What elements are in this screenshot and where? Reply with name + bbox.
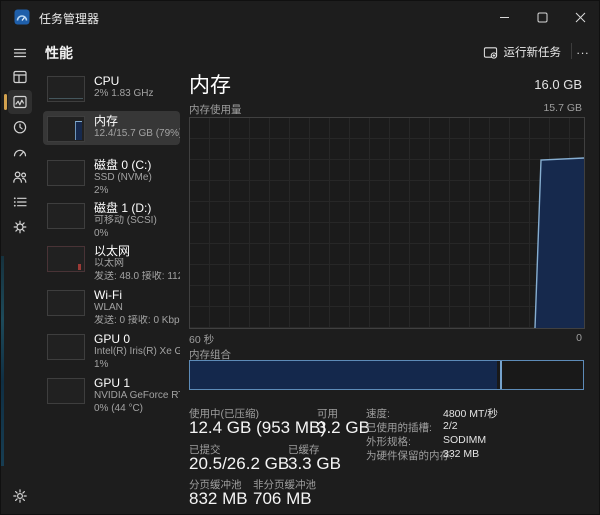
run-new-task-icon bbox=[483, 45, 498, 60]
ethernet-mini-chart bbox=[47, 246, 85, 272]
stat-value: 2/2 bbox=[443, 420, 458, 432]
performance-icon[interactable] bbox=[8, 90, 32, 114]
memory-total: 16.0 GB bbox=[534, 77, 582, 92]
page-title: 性能 bbox=[45, 43, 73, 63]
sidebar-item-sub2: 0% (44 °C) bbox=[94, 403, 180, 416]
close-button[interactable] bbox=[561, 1, 599, 33]
sidebar-item-sub: WLAN bbox=[94, 302, 180, 315]
menu-icon[interactable] bbox=[8, 41, 32, 65]
startup-apps-icon[interactable] bbox=[8, 140, 32, 164]
stat-value: SODIMM bbox=[443, 434, 486, 446]
sidebar-item-sub: 可移动 (SCSI) bbox=[94, 215, 157, 228]
stat-value: 3.2 GB bbox=[317, 418, 370, 438]
processes-icon[interactable] bbox=[8, 65, 32, 89]
memory-composition-bar[interactable] bbox=[189, 360, 584, 390]
memory-mini-chart bbox=[47, 116, 85, 142]
gpu1-mini-chart bbox=[47, 378, 85, 404]
memory-title: 内存 bbox=[189, 69, 231, 99]
composition-in-use-segment bbox=[190, 361, 497, 389]
app-icon bbox=[14, 9, 30, 25]
sidebar-item-sub2: 1% bbox=[94, 359, 180, 372]
sidebar-item-disk1[interactable]: 磁盘 1 (D:) 可移动 (SCSI) 0% bbox=[43, 198, 180, 243]
minimize-button[interactable] bbox=[485, 1, 523, 33]
sidebar-item-sub: SSD (NVMe) bbox=[94, 172, 152, 185]
sidebar-item-title: CPU bbox=[94, 74, 153, 88]
disk1-mini-chart bbox=[47, 203, 85, 229]
stat-value: 332 MB bbox=[443, 448, 479, 460]
stat-value: 832 MB bbox=[189, 489, 248, 509]
window-controls bbox=[485, 1, 599, 33]
run-new-task-label: 运行新任务 bbox=[504, 44, 562, 60]
stat-label: 为硬件保留的内存: bbox=[366, 448, 453, 463]
toolbar-separator bbox=[571, 43, 572, 59]
sidebar-item-sub: Intel(R) Iris(R) Xe Grap bbox=[94, 346, 180, 359]
stat-label: 速度: bbox=[366, 406, 390, 421]
sidebar-item-sub2: 发送: 0 接收: 0 Kbps bbox=[94, 315, 180, 328]
x-axis-right-label: 0 bbox=[576, 332, 582, 344]
stat-label: 外形规格: bbox=[366, 434, 411, 449]
usage-chart-scale-max: 15.7 GB bbox=[543, 102, 582, 114]
stat-value: 4800 MT/秒 bbox=[443, 406, 498, 421]
stat-value: 3.3 GB bbox=[288, 454, 341, 474]
app-history-icon[interactable] bbox=[8, 115, 32, 139]
sidebar-item-sub: 12.4/15.7 GB (79%) bbox=[94, 128, 180, 141]
sidebar-item-title: GPU 1 bbox=[94, 376, 180, 390]
stat-value: 12.4 GB (953 MB) bbox=[189, 418, 326, 438]
maximize-button[interactable] bbox=[523, 1, 561, 33]
window-title: 任务管理器 bbox=[39, 10, 99, 27]
selected-tab-accent bbox=[4, 94, 7, 110]
sidebar-item-sub2: 2% bbox=[94, 185, 152, 198]
sidebar-item-sub2: 0% bbox=[94, 228, 157, 241]
sidebar-item-title: Wi-Fi bbox=[94, 288, 180, 302]
run-new-task-button[interactable]: 运行新任务 bbox=[477, 41, 568, 63]
sidebar-item-title: GPU 0 bbox=[94, 332, 180, 346]
composition-separator bbox=[500, 361, 502, 389]
x-axis-left-label: 60 秒 bbox=[189, 332, 214, 347]
sidebar-item-sub: NVIDIA GeForce RTX bbox=[94, 390, 180, 403]
usage-chart-caption: 内存使用量 bbox=[189, 102, 242, 117]
sidebar-item-gpu0[interactable]: GPU 0 Intel(R) Iris(R) Xe Grap 1% bbox=[43, 329, 180, 374]
titlebar: 任务管理器 bbox=[1, 1, 599, 33]
services-icon[interactable] bbox=[8, 215, 32, 239]
sidebar-item-wifi[interactable]: Wi-Fi WLAN 发送: 0 接收: 0 Kbps bbox=[43, 285, 180, 330]
sidebar-item-sub2: 发送: 48.0 接收: 112 K bbox=[94, 271, 180, 284]
sidebar-item-sub: 2% 1.83 GHz bbox=[94, 88, 153, 101]
sidebar-item-title: 磁盘 0 (C:) bbox=[94, 158, 152, 172]
stat-value: 706 MB bbox=[253, 489, 312, 509]
sidebar-item-cpu[interactable]: CPU 2% 1.83 GHz bbox=[43, 71, 180, 105]
more-options-button[interactable]: ... bbox=[573, 39, 593, 61]
sidebar-item-memory[interactable]: 内存 12.4/15.7 GB (79%) bbox=[43, 111, 180, 145]
task-manager-window: 任务管理器 bbox=[0, 0, 600, 515]
sidebar-item-sub: 以太网 bbox=[94, 258, 180, 271]
sidebar-item-gpu1[interactable]: GPU 1 NVIDIA GeForce RTX 0% (44 °C) bbox=[43, 373, 180, 418]
stat-label: 已使用的插槽: bbox=[366, 420, 432, 435]
sidebar-item-ethernet[interactable]: 以太网 以太网 发送: 48.0 接收: 112 K bbox=[43, 241, 180, 286]
details-icon[interactable] bbox=[8, 190, 32, 214]
sidebar-item-title: 内存 bbox=[94, 114, 180, 128]
memory-usage-chart bbox=[189, 117, 585, 329]
memory-usage-fill bbox=[532, 118, 584, 328]
cpu-mini-chart bbox=[47, 76, 85, 102]
sidebar-item-title: 磁盘 1 (D:) bbox=[94, 201, 157, 215]
settings-icon[interactable] bbox=[8, 484, 32, 508]
gpu0-mini-chart bbox=[47, 334, 85, 360]
sidebar-item-title: 以太网 bbox=[94, 244, 180, 258]
background-window-sliver bbox=[1, 256, 4, 466]
sidebar-item-disk0[interactable]: 磁盘 0 (C:) SSD (NVMe) 2% bbox=[43, 155, 180, 200]
wifi-mini-chart bbox=[47, 290, 85, 316]
disk0-mini-chart bbox=[47, 160, 85, 186]
stat-value: 20.5/26.2 GB bbox=[189, 454, 289, 474]
users-icon[interactable] bbox=[8, 165, 32, 189]
